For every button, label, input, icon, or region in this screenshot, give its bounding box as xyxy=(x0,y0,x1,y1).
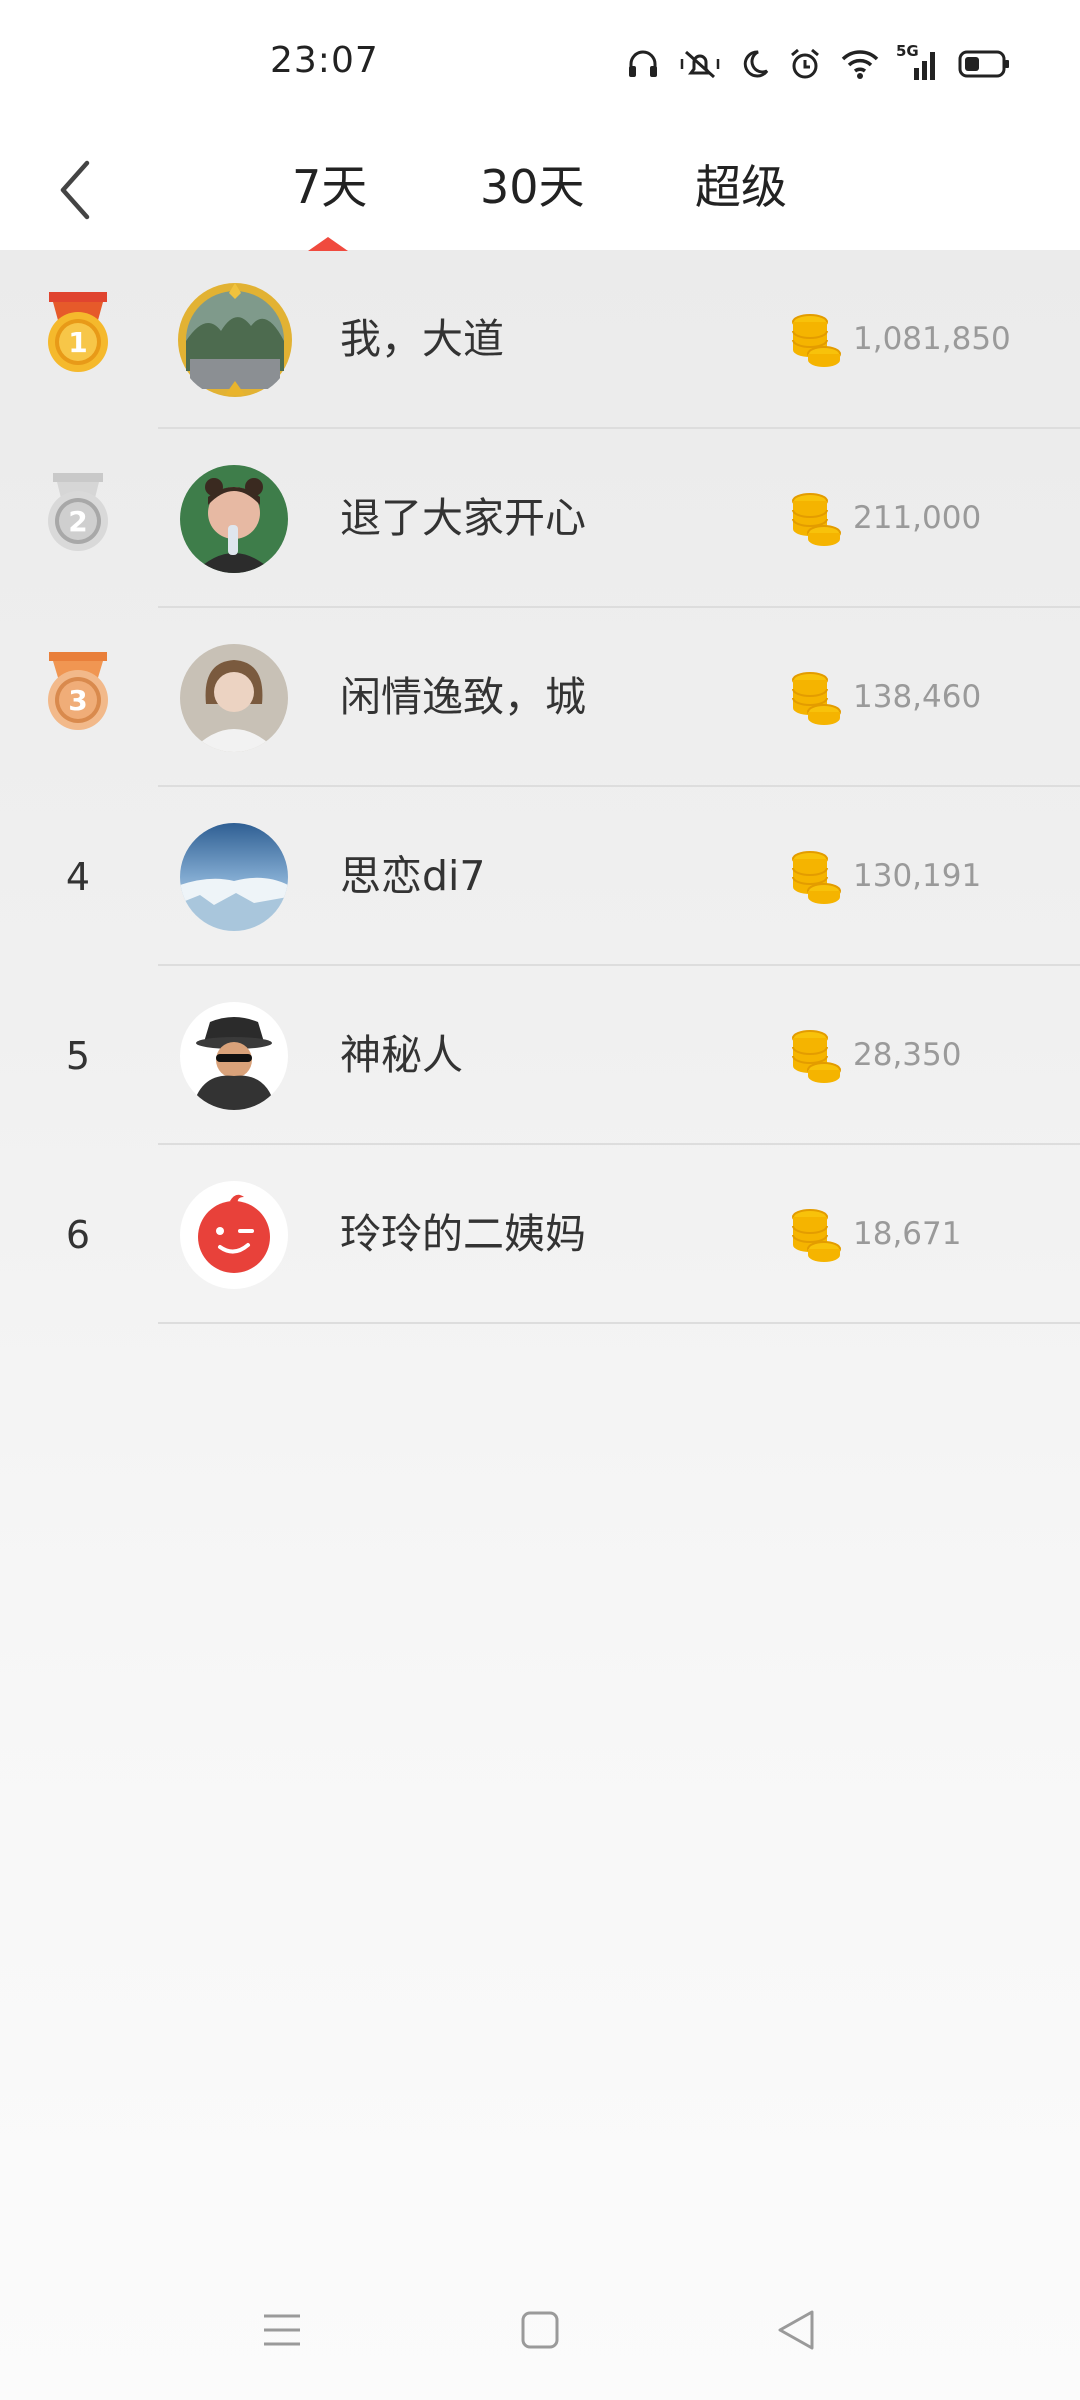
system-nav-bar xyxy=(0,2260,1080,2400)
ranking-row[interactable]: 2 退了大家开心 211,000 xyxy=(0,429,1080,608)
back-icon xyxy=(778,2310,814,2350)
ranking-row[interactable]: 6 玲玲的二姨妈 18,671 xyxy=(0,1145,1080,1324)
menu-icon xyxy=(264,2314,300,2346)
svg-text:3: 3 xyxy=(68,684,87,717)
status-bar: 23:07 5G xyxy=(0,0,1080,130)
rank-number: 4 xyxy=(65,855,91,899)
status-icons: 5G xyxy=(626,42,1010,82)
coin-icon xyxy=(790,670,842,726)
avatar[interactable] xyxy=(180,823,288,931)
avatar[interactable] xyxy=(176,281,294,399)
avatar[interactable] xyxy=(180,1181,288,1289)
divider xyxy=(158,1322,1080,1324)
ranking-row[interactable]: 1 我，大道 1,081,850 xyxy=(0,250,1080,429)
wifi-icon xyxy=(840,48,880,80)
status-time: 23:07 xyxy=(270,40,379,81)
signal-5g-icon: 5G xyxy=(896,42,940,82)
nav-menu-button[interactable] xyxy=(252,2300,312,2360)
chevron-left-icon xyxy=(60,160,90,220)
avatar[interactable] xyxy=(180,465,288,573)
user-name: 玲玲的二姨妈 xyxy=(340,1210,586,1258)
svg-text:2: 2 xyxy=(68,505,87,538)
coin-icon xyxy=(790,1207,842,1263)
network-label: 5G xyxy=(896,42,919,60)
battery-icon xyxy=(958,49,1010,79)
alarm-icon xyxy=(788,47,822,81)
svg-text:1: 1 xyxy=(68,326,87,359)
tab-indicator xyxy=(308,237,348,251)
ranking-row[interactable]: 4 思恋di7 130,191 xyxy=(0,787,1080,966)
nav-back-button[interactable] xyxy=(766,2300,826,2360)
coin-amount: 138,460 xyxy=(853,679,982,715)
nav-home-button[interactable] xyxy=(510,2300,570,2360)
coin-amount: 18,671 xyxy=(853,1216,962,1252)
coin-icon xyxy=(790,491,842,547)
gold-medal-icon: 1 xyxy=(38,292,118,388)
rank-number: 6 xyxy=(65,1213,91,1257)
back-button[interactable] xyxy=(40,150,110,230)
avatar[interactable] xyxy=(180,644,288,752)
moon-icon xyxy=(740,48,770,80)
coin-icon xyxy=(790,1028,842,1084)
ranking-row[interactable]: 5 神秘人 28,350 xyxy=(0,966,1080,1145)
avatar[interactable] xyxy=(180,1002,288,1110)
header: 7天 30天 超级 xyxy=(0,130,1080,251)
user-name: 神秘人 xyxy=(340,1031,463,1079)
coin-amount: 1,081,850 xyxy=(853,321,1011,357)
coin-amount: 211,000 xyxy=(853,500,982,536)
headphones-icon xyxy=(626,47,660,81)
coin-icon xyxy=(790,849,842,905)
silver-medal-icon: 2 xyxy=(38,471,118,567)
coin-amount: 130,191 xyxy=(853,858,982,894)
rank-number: 5 xyxy=(65,1034,91,1078)
coin-amount: 28,350 xyxy=(853,1037,962,1073)
user-name: 退了大家开心 xyxy=(340,494,586,542)
tab-super[interactable]: 超级 xyxy=(695,152,787,222)
user-name: 闲情逸致，城 xyxy=(340,673,586,721)
user-name: 思恋di7 xyxy=(340,852,486,900)
ranking-row[interactable]: 3 闲情逸致，城 138,460 xyxy=(0,608,1080,787)
bronze-medal-icon: 3 xyxy=(38,650,118,746)
user-name: 我，大道 xyxy=(340,315,504,363)
mute-icon xyxy=(678,47,722,81)
tab-30-days[interactable]: 30天 xyxy=(480,152,585,222)
ranking-list: 1 我，大道 1,081,850 2 退了大家开心 211,000 3 闲情逸致… xyxy=(0,250,1080,1324)
home-icon xyxy=(521,2311,559,2349)
coin-icon xyxy=(790,312,842,368)
tab-7-days[interactable]: 7天 xyxy=(292,152,367,222)
